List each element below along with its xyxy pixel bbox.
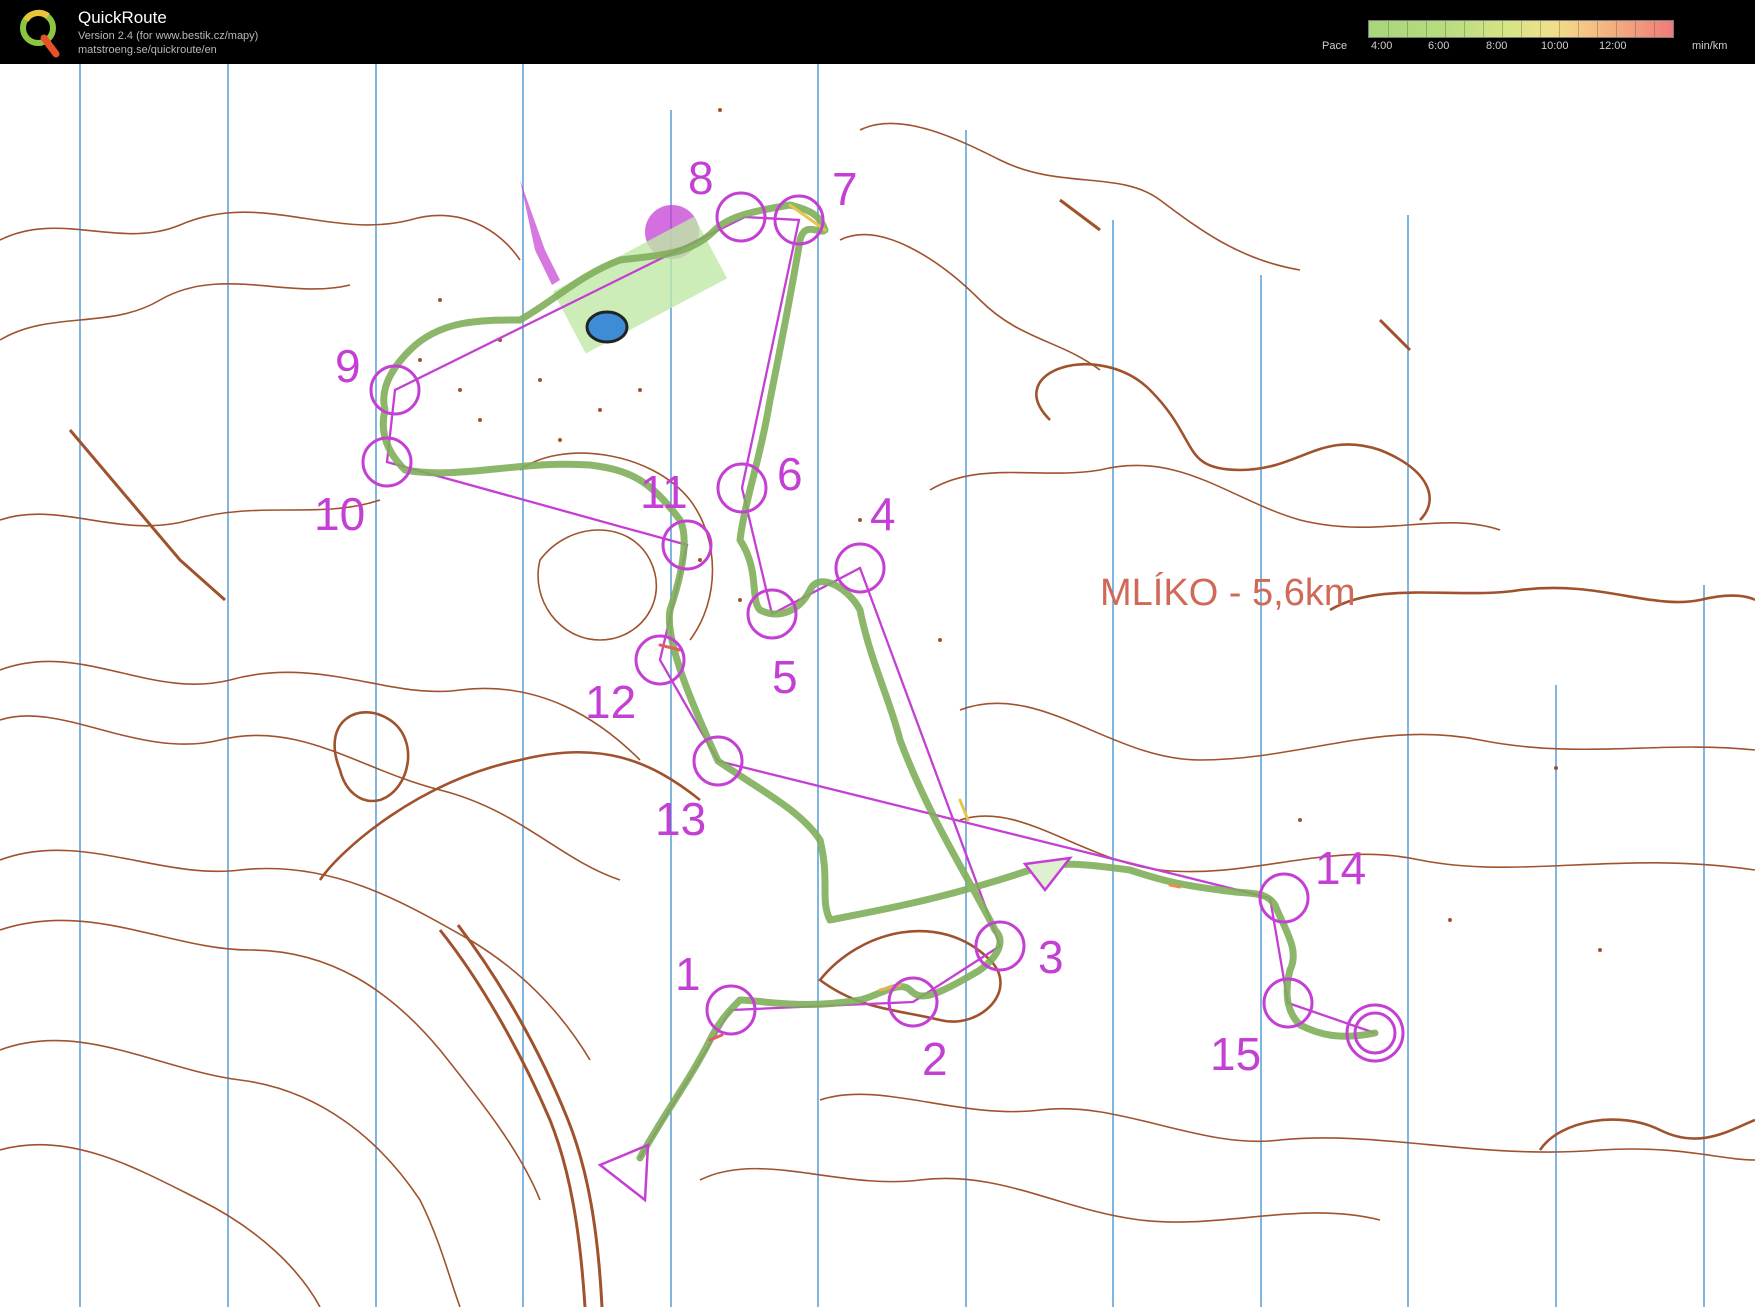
pace-tick-label: 8:00 [1486,40,1508,52]
pace-tick-label: 10:00 [1541,40,1569,52]
app-version: Version 2.4 (for www.bestik.cz/mapy) [78,30,259,42]
app-url: matstroeng.se/quickroute/en [78,44,217,56]
pace-color-scale [1368,20,1674,38]
control-number: 15 [1210,1028,1261,1080]
control-number: 3 [1038,931,1064,983]
control-number: 4 [870,488,896,540]
control-number: 14 [1315,842,1366,894]
course-title: MLÍKO - 5,6km [1100,572,1356,614]
pace-unit: min/km [1692,40,1728,52]
pace-tick-label: 6:00 [1428,40,1450,52]
control-number: 7 [832,163,858,215]
control-number: 11 [640,466,688,518]
control-number: 9 [335,340,361,392]
app-header: QuickRoute Version 2.4 (for www.bestik.c… [0,0,1755,64]
control-number: 6 [777,448,803,500]
control-number: 12 [585,676,636,728]
control-number: 10 [314,488,365,540]
control-number: 8 [688,152,714,204]
orienteering-map[interactable]: 1 2 3 4 5 6 7 8 9 10 11 12 13 14 15 [0,64,1755,1307]
control-number: 13 [655,793,706,845]
control-number: 5 [772,651,798,703]
control-number: 1 [675,948,701,1000]
pace-label: Pace [1322,40,1348,52]
quickroute-logo-icon [20,9,60,58]
control-number: 2 [922,1033,948,1085]
app-title: QuickRoute [78,8,167,27]
pace-tick-label: 4:00 [1371,40,1393,52]
pace-tick-label: 12:00 [1599,40,1627,52]
